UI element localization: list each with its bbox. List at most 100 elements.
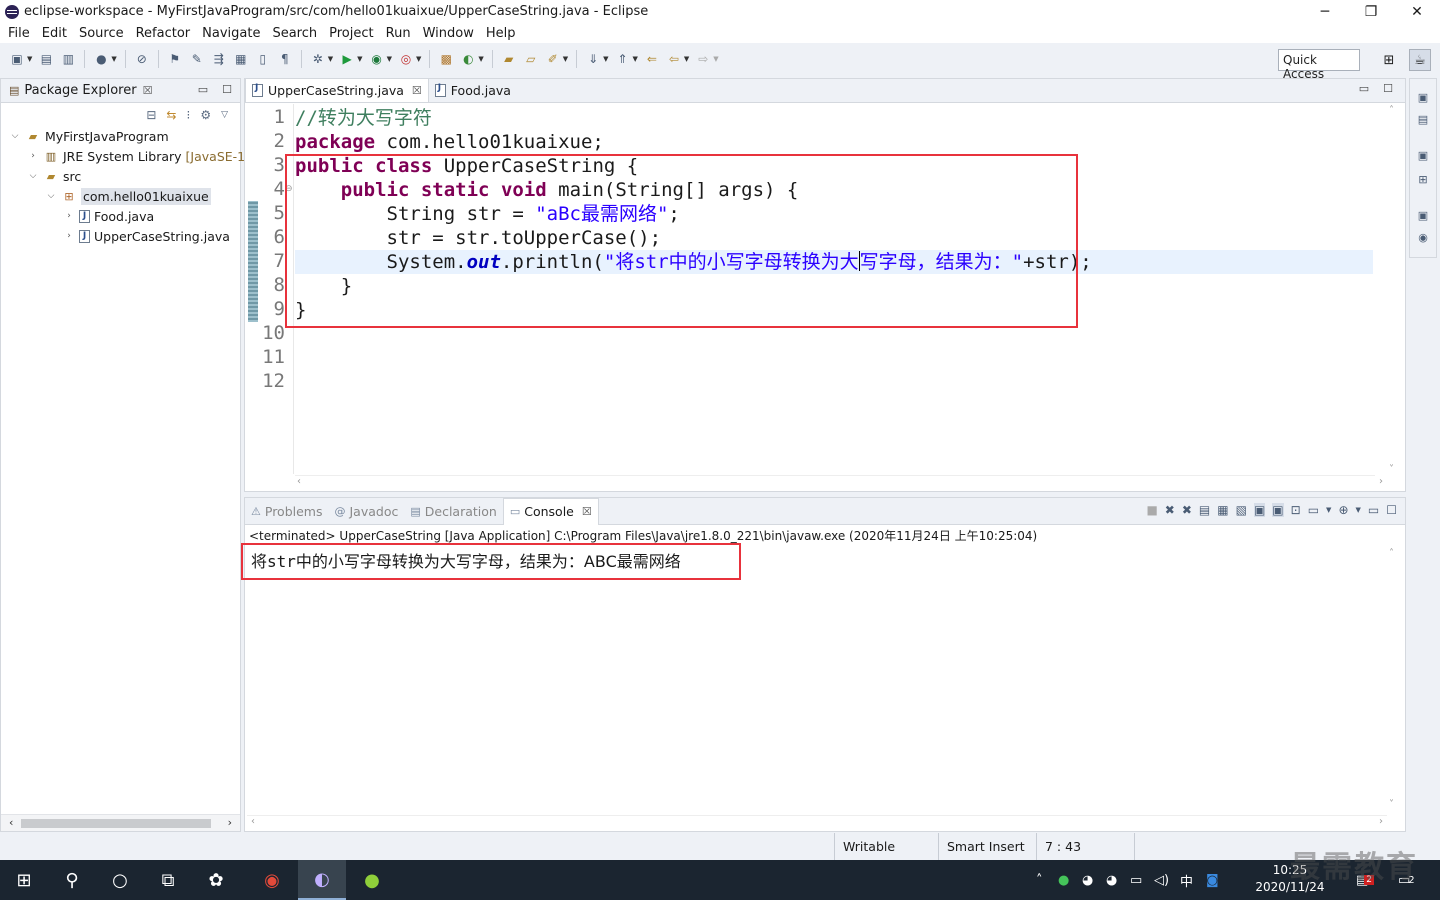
restore-icon[interactable]: ▣ [1415, 207, 1431, 223]
menu-source[interactable]: Source [73, 26, 130, 41]
forward-dropdown-icon[interactable]: ▼ [713, 55, 718, 63]
open-perspective-icon[interactable]: ⊞ [1378, 49, 1400, 71]
qq-icon[interactable]: ◕ [1082, 860, 1093, 900]
open-task-icon[interactable]: ▱ [523, 51, 539, 67]
scroll-right-icon[interactable]: › [1379, 816, 1383, 827]
open-type-icon[interactable]: ⚑ [167, 51, 183, 67]
tree-item-jre-library[interactable]: › ▥ JRE System Library [JavaSE-1. [27, 146, 249, 166]
external-tools-icon[interactable]: ◎ [398, 51, 414, 67]
user-dropdown-icon[interactable]: ▼ [111, 55, 116, 63]
back-dropdown-icon[interactable]: ▼ [684, 55, 689, 63]
search-dropdown-icon[interactable]: ▼ [563, 55, 568, 63]
menu-window[interactable]: Window [417, 26, 480, 41]
eclipse-taskbar-icon[interactable]: ◐ [298, 860, 346, 900]
word-wrap-icon[interactable]: ▧ [1236, 503, 1247, 517]
expanded-twisty-icon[interactable]: ⌵ [27, 171, 39, 181]
package-explorer-horizontal-scrollbar[interactable]: ‹ › [1, 814, 240, 831]
tab-problems[interactable]: ⚠ Problems [245, 498, 329, 525]
minimize-view-icon[interactable]: ▭ [1368, 503, 1379, 517]
collapsed-twisty-icon[interactable]: › [63, 211, 75, 221]
tree-item-project[interactable]: ⌵ ▰ MyFirstJavaProgram [9, 126, 169, 146]
scroll-right-icon[interactable]: › [1379, 476, 1383, 487]
minimize-button[interactable]: ─ [1302, 0, 1348, 23]
show-on-output-icon[interactable]: ▣ [1253, 503, 1266, 517]
maximize-button[interactable]: ❐ [1348, 0, 1394, 23]
tree-item-package[interactable]: ⌵ ⊞ com.hello01kuaixue [45, 186, 211, 206]
collapsed-twisty-icon[interactable]: › [63, 231, 75, 241]
coverage-dropdown-icon[interactable]: ▼ [387, 55, 392, 63]
debug-icon[interactable]: ✲ [310, 51, 326, 67]
run-dropdown-icon[interactable]: ▼ [357, 55, 362, 63]
restore-icon[interactable]: ▣ [1415, 89, 1431, 105]
collapsed-twisty-icon[interactable]: › [27, 151, 39, 161]
tab-console[interactable]: ▭ Console ☒ [502, 497, 599, 525]
remove-all-terminated-icon[interactable]: ✖ [1182, 503, 1192, 517]
view-menu-icon[interactable]: ⁝ [186, 108, 190, 122]
new-class-icon[interactable]: ◐ [460, 51, 476, 67]
menu-search[interactable]: Search [266, 26, 323, 41]
new-icon[interactable]: ▣ [9, 51, 25, 67]
cortana-icon[interactable]: ○ [96, 860, 144, 900]
remove-launch-icon[interactable]: ✖ [1165, 503, 1175, 517]
back-icon[interactable]: ⇦ [666, 51, 682, 67]
open-type-folder-icon[interactable]: ▰ [501, 51, 517, 67]
last-edit-icon[interactable]: ⇐ [644, 51, 660, 67]
maximize-view-icon[interactable]: ☐ [1383, 82, 1393, 95]
scrollbar-thumb[interactable] [21, 819, 211, 828]
save-all-icon[interactable]: ▥ [60, 51, 76, 67]
editor-vertical-scrollbar[interactable]: ˄ ˅ [1389, 105, 1403, 475]
collapse-all-icon[interactable]: ⊟ [146, 108, 156, 122]
search-icon[interactable]: ⚲ [48, 860, 96, 900]
filters-icon[interactable]: ⚙ [200, 108, 211, 122]
tree-item-food-java[interactable]: › J Food.java [63, 206, 154, 226]
task-view-icon[interactable]: ⧉ [144, 860, 192, 900]
ime-indicator[interactable]: 中 [1180, 860, 1193, 900]
pinwheel-app-icon[interactable]: ✿ [192, 860, 240, 900]
prev-annotation-dropdown-icon[interactable]: ▼ [633, 55, 638, 63]
next-annotation-icon[interactable]: ⇓ [585, 51, 601, 67]
menu-edit[interactable]: Edit [36, 26, 73, 41]
help-icon[interactable]: ◉ [1415, 229, 1431, 245]
menu-run[interactable]: Run [380, 26, 417, 41]
volume-icon[interactable]: ◁) [1154, 860, 1169, 900]
scroll-down-icon[interactable]: ˅ [1389, 799, 1394, 810]
scroll-left-icon[interactable]: ‹ [251, 816, 255, 827]
open-console-icon[interactable]: ⊕ [1338, 503, 1348, 517]
console-horizontal-scrollbar[interactable]: ‹ › [247, 815, 1387, 829]
view-menu-dropdown-icon[interactable]: ▽ [221, 110, 228, 120]
tab-declaration[interactable]: ▤ Declaration [404, 498, 502, 525]
tab-food-java[interactable]: Food.java [429, 78, 517, 102]
console-vertical-scrollbar[interactable]: ˄ ˅ [1389, 548, 1403, 810]
scroll-left-icon[interactable]: ‹ [9, 816, 13, 829]
wechat-icon[interactable]: ● [1058, 860, 1069, 900]
expanded-twisty-icon[interactable]: ⌵ [45, 191, 57, 201]
menu-navigate[interactable]: Navigate [196, 26, 266, 41]
java-perspective-icon[interactable]: ☕ [1409, 49, 1431, 71]
run-icon[interactable]: ▶ [339, 51, 355, 67]
skip-breakpoints-icon[interactable]: ⊘ [134, 51, 150, 67]
scroll-down-icon[interactable]: ˅ [1389, 464, 1394, 475]
clear-console-icon[interactable]: ▤ [1199, 503, 1210, 517]
scroll-left-icon[interactable]: ‹ [297, 476, 301, 487]
display-console-icon[interactable]: ▭ [1308, 503, 1319, 517]
scroll-right-icon[interactable]: › [228, 816, 232, 829]
tab-close-icon[interactable]: ☒ [582, 505, 592, 518]
outline-icon[interactable]: ⊞ [1415, 171, 1431, 187]
paragraph-icon[interactable]: ¶ [277, 51, 293, 67]
qq-icon[interactable]: ◕ [1106, 860, 1117, 900]
quick-access-input[interactable]: Quick Access [1278, 49, 1360, 81]
menu-help[interactable]: Help [480, 26, 522, 41]
expanded-twisty-icon[interactable]: ⌵ [9, 131, 21, 141]
tree-item-src[interactable]: ⌵ ▰ src [27, 166, 82, 186]
new-dropdown-icon[interactable]: ▼ [27, 55, 32, 63]
package-explorer-close-icon[interactable]: ☒ [143, 84, 153, 97]
close-button[interactable]: ✕ [1394, 0, 1440, 23]
menu-refactor[interactable]: Refactor [130, 26, 197, 41]
display-console-dropdown-icon[interactable]: ▼ [1326, 506, 1331, 514]
network-icon[interactable]: ▭ [1130, 860, 1142, 900]
terminate-icon[interactable]: ■ [1146, 503, 1157, 517]
next-annotation-dropdown-icon[interactable]: ▼ [603, 55, 608, 63]
scroll-up-icon[interactable]: ˄ [1389, 105, 1394, 116]
maximize-view-icon[interactable]: ☐ [1386, 503, 1397, 517]
tray-expand-icon[interactable]: ˄ [1036, 860, 1043, 900]
